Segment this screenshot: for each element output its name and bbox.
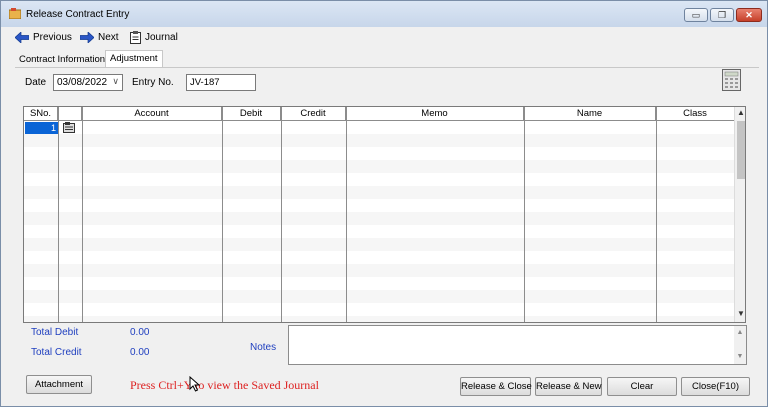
column-divider xyxy=(656,107,657,322)
title-bar: Release Contract Entry ▭ ❐ ✕ xyxy=(1,1,767,27)
attachment-button[interactable]: Attachment xyxy=(26,375,92,394)
entry-no-label: Entry No. xyxy=(132,77,174,88)
table-row[interactable] xyxy=(24,121,734,134)
minimize-button[interactable]: ▭ xyxy=(684,8,708,22)
scroll-down-icon[interactable]: ▼ xyxy=(735,309,745,318)
table-row[interactable] xyxy=(24,316,734,322)
notes-textarea[interactable]: ▲ ▼ xyxy=(288,325,747,365)
table-row[interactable] xyxy=(24,199,734,212)
table-row[interactable] xyxy=(24,290,734,303)
row-entry-icon[interactable] xyxy=(63,122,75,133)
previous-button[interactable]: Previous xyxy=(15,30,72,44)
table-row[interactable] xyxy=(24,251,734,264)
date-label: Date xyxy=(25,77,47,88)
column-divider xyxy=(82,107,83,322)
total-credit-value: 0.00 xyxy=(130,347,150,358)
journal-label: Journal xyxy=(145,31,178,43)
app-icon xyxy=(9,8,21,19)
table-row[interactable] xyxy=(24,186,734,199)
table-row[interactable] xyxy=(24,225,734,238)
journal-button[interactable]: Journal xyxy=(130,30,178,44)
table-row[interactable] xyxy=(24,160,734,173)
date-value: 03/08/2022 xyxy=(57,77,108,88)
release-close-button[interactable]: Release & Close xyxy=(460,377,532,396)
arrow-right-icon xyxy=(80,31,94,43)
total-debit-label: Total Debit xyxy=(31,327,79,338)
date-picker[interactable]: 03/08/2022 ∨ xyxy=(53,74,123,91)
column-header-debit[interactable]: Debit xyxy=(222,107,281,121)
column-divider xyxy=(58,107,59,322)
calculator-icon[interactable] xyxy=(722,69,741,91)
hint-text: Press Ctrl+Y to view the Saved Journal xyxy=(130,378,319,392)
chevron-down-icon[interactable]: ∨ xyxy=(112,76,119,87)
close-icon: ✕ xyxy=(745,10,753,20)
notes-scrollbar[interactable]: ▲ ▼ xyxy=(734,326,746,364)
column-header-name[interactable]: Name xyxy=(524,107,656,121)
release-new-button[interactable]: Release & New xyxy=(535,377,602,396)
column-header-icon[interactable] xyxy=(58,107,82,121)
tab-adjustment[interactable]: Adjustment xyxy=(105,50,163,68)
minimize-icon: ▭ xyxy=(691,10,701,20)
column-divider xyxy=(281,107,282,322)
release-contract-entry-window: Release Contract Entry ▭ ❐ ✕ Previous Ne… xyxy=(0,0,768,407)
column-header-account[interactable]: Account xyxy=(82,107,222,121)
column-divider xyxy=(222,107,223,322)
table-row[interactable] xyxy=(24,277,734,290)
total-debit-value: 0.00 xyxy=(130,327,150,338)
table-row[interactable] xyxy=(24,303,734,316)
entry-no-value: JV-187 xyxy=(190,77,220,88)
notes-label: Notes xyxy=(250,342,277,353)
cursor-icon xyxy=(189,376,201,392)
column-header-memo[interactable]: Memo xyxy=(346,107,524,121)
column-header-credit[interactable]: Credit xyxy=(281,107,346,121)
table-row[interactable] xyxy=(24,134,734,147)
grid-header: SNo. Account Debit Credit Memo Name Clas… xyxy=(24,107,734,121)
column-header-sno[interactable]: SNo. xyxy=(24,107,58,121)
journal-grid[interactable]: SNo. Account Debit Credit Memo Name Clas… xyxy=(23,106,746,323)
scroll-up-icon[interactable]: ▲ xyxy=(735,108,745,117)
selected-sno-cell[interactable]: 1 xyxy=(25,122,58,134)
journal-icon xyxy=(130,30,141,44)
table-row[interactable] xyxy=(24,264,734,277)
grid-vertical-scrollbar[interactable]: ▲ ▼ xyxy=(734,107,745,322)
toolbar: Previous Next Journal xyxy=(1,27,767,47)
scroll-thumb[interactable] xyxy=(737,121,745,179)
total-credit-label: Total Credit xyxy=(31,347,82,358)
tab-contract-information[interactable]: Contract Information xyxy=(15,52,110,68)
next-label: Next xyxy=(98,31,119,43)
table-row[interactable] xyxy=(24,173,734,186)
column-divider xyxy=(524,107,525,322)
close-button[interactable]: Close(F10) xyxy=(681,377,750,396)
entry-no-field[interactable]: JV-187 xyxy=(186,74,256,91)
previous-label: Previous xyxy=(33,31,72,43)
column-divider xyxy=(346,107,347,322)
close-window-button[interactable]: ✕ xyxy=(736,8,762,22)
scroll-down-icon[interactable]: ▼ xyxy=(734,353,746,360)
clear-button[interactable]: Clear xyxy=(607,377,677,396)
window-title: Release Contract Entry xyxy=(26,9,130,20)
table-row[interactable] xyxy=(24,147,734,160)
scroll-up-icon[interactable]: ▲ xyxy=(734,329,746,336)
arrow-left-icon xyxy=(15,31,29,43)
table-row[interactable] xyxy=(24,238,734,251)
column-header-class[interactable]: Class xyxy=(656,107,734,121)
restore-icon: ❐ xyxy=(717,10,727,20)
table-row[interactable] xyxy=(24,212,734,225)
restore-button[interactable]: ❐ xyxy=(710,8,734,22)
next-button[interactable]: Next xyxy=(80,30,119,44)
